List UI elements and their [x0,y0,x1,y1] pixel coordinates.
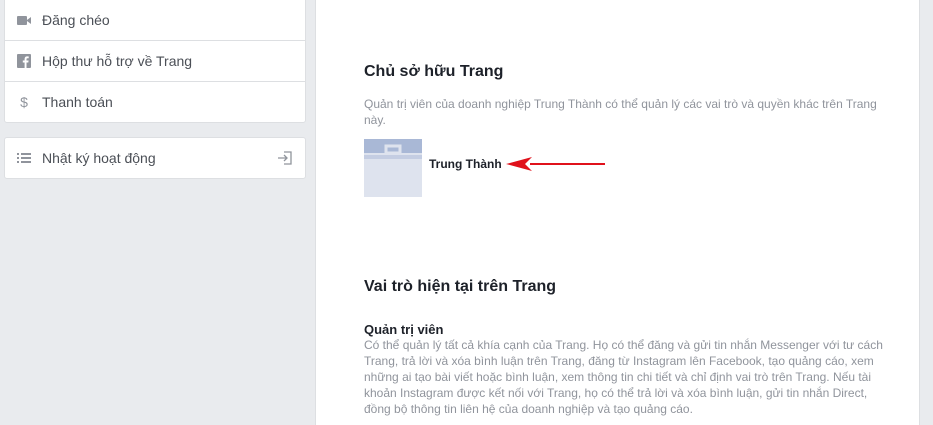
main-content-panel: Chủ sở hữu Trang Quản trị viên của doanh… [315,0,920,425]
sidebar-settings-menu: Đăng chéo Hộp thư hỗ trợ về Trang $ Than… [4,0,306,123]
briefcase-icon [364,144,422,197]
sidebar-item-label: Thanh toán [42,94,113,110]
page-owner-heading: Chủ sở hữu Trang [364,63,504,80]
current-roles-heading: Vai trò hiện tại trên Trang [364,278,557,295]
facebook-icon [17,54,31,68]
owner-name-link[interactable]: Trung Thành [429,157,502,171]
sidebar-item-payments[interactable]: $ Thanh toán [5,82,305,122]
red-arrow-annotation [506,157,605,171]
owner-avatar[interactable] [364,139,422,197]
list-icon [17,153,31,163]
sidebar-item-label: Hộp thư hỗ trợ về Trang [42,53,193,69]
sidebar-item-activity-log[interactable]: Nhật ký hoạt động [5,138,305,178]
sidebar-item-support-inbox[interactable]: Hộp thư hỗ trợ về Trang [5,41,305,82]
enter-icon[interactable] [277,150,293,166]
svg-text:$: $ [20,94,28,110]
sidebar-item-label: Đăng chéo [42,12,110,28]
role-admin-description: Có thể quản lý tất cả khía cạnh của Tran… [364,338,883,416]
role-admin-title: Quản trị viên [364,322,444,337]
page-owner-description: Quản trị viên của doanh nghiệp Trung Thà… [364,97,877,127]
dollar-icon: $ [20,94,28,110]
activity-log-panel: Nhật ký hoạt động [4,137,306,179]
video-icon [17,16,31,25]
sidebar-item-label: Nhật ký hoạt động [42,150,156,166]
sidebar-item-crossposting[interactable]: Đăng chéo [5,0,305,41]
